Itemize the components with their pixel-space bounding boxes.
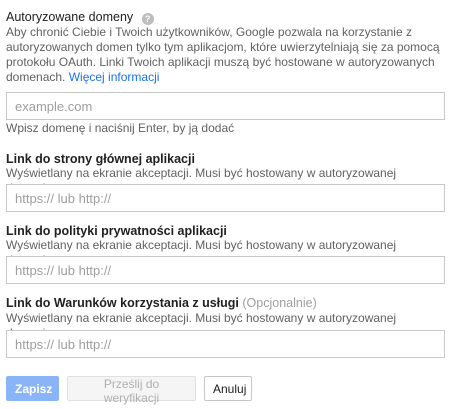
privacy-link-title: Link do polityki prywatności aplikacji [6,224,227,238]
authorized-domains-label: Autoryzowane domeny [6,10,134,24]
learn-more-link[interactable]: Więcej informacji [69,70,160,84]
homepage-link-input[interactable] [6,184,445,212]
question-circle-icon[interactable]: ? [141,13,154,25]
authorized-domains-description: Aby chronić Ciebie i Twoich użytkowników… [6,25,440,84]
authorized-domain-hint: Wpisz domenę i naciśnij Enter, by ją dod… [6,121,235,135]
homepage-link-title: Link do strony głównej aplikacji [6,152,195,166]
tos-link-input[interactable] [6,330,445,358]
tos-link-label: Link do Warunków korzystania z usługi [6,296,239,310]
cancel-button[interactable]: Anuluj [204,376,252,401]
authorized-domain-input[interactable] [6,92,445,120]
authorized-domains-title: Autoryzowane domeny ? [6,9,154,25]
oauth-consent-form: Autoryzowane domeny ? Aby chronić Ciebie… [0,0,462,409]
save-button[interactable]: Zapisz [6,376,59,401]
tos-link-title: Link do Warunków korzystania z usługi (O… [6,295,317,311]
form-actions: Zapisz Prześlij do weryfikacji Anuluj [6,376,252,405]
privacy-link-input[interactable] [6,256,445,284]
submit-verification-button[interactable]: Prześlij do weryfikacji [67,376,196,405]
optional-label: (Opcjonalnie) [242,296,317,310]
